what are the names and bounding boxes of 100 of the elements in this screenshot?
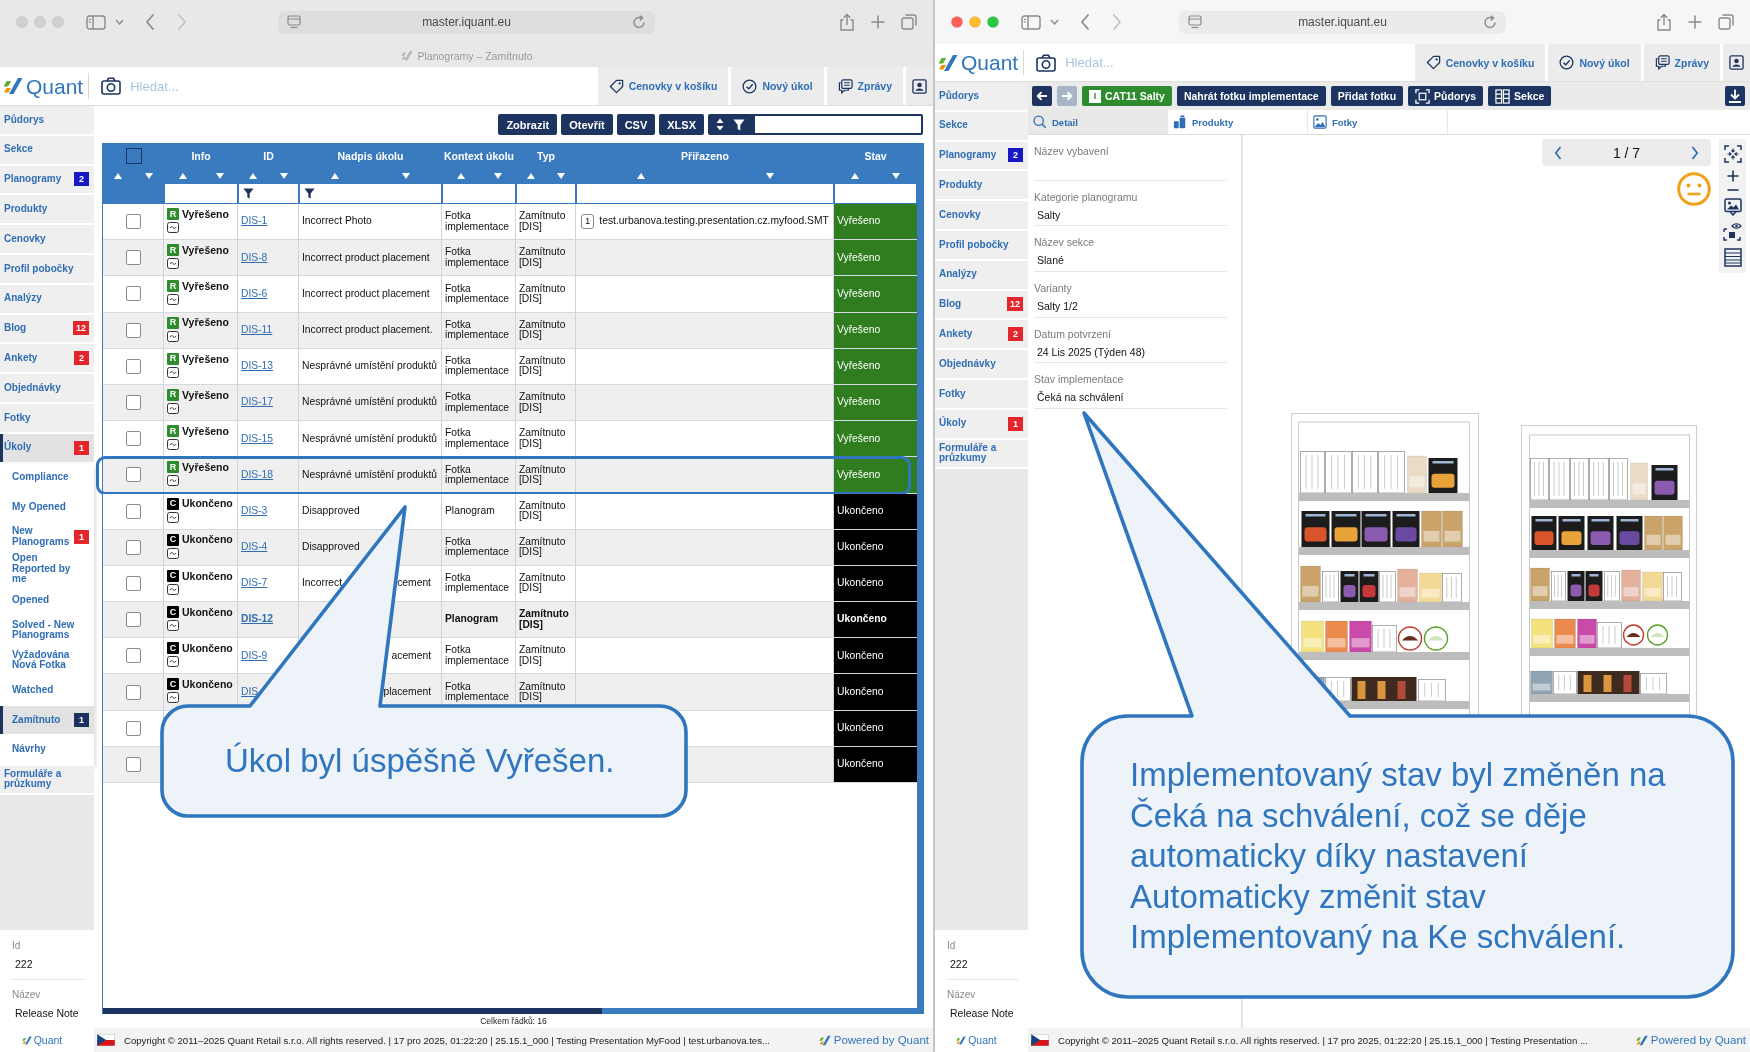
row-checkbox[interactable] [125, 395, 141, 411]
column-header[interactable]: Přiřazeno [681, 149, 729, 162]
row-checkbox[interactable] [125, 575, 141, 591]
expand-toggle-icon[interactable] [167, 258, 179, 270]
column-header[interactable]: Info [191, 149, 211, 162]
column-header[interactable]: Nadpis úkolu [337, 149, 404, 162]
chevron-down-icon[interactable] [1050, 19, 1059, 25]
sidebar-item[interactable]: Cenovky [935, 201, 1028, 231]
sidebar-item[interactable]: Půdorys [935, 82, 1028, 112]
column-header[interactable]: Stav [864, 149, 887, 162]
row-checkbox[interactable] [125, 467, 141, 483]
sidebar-item[interactable]: Produkty [935, 171, 1028, 202]
filter-field[interactable] [517, 184, 575, 203]
header-button[interactable]: Nový úkol [1548, 44, 1641, 81]
sidebar-item[interactable]: Sekce [0, 135, 94, 166]
sidebar-item[interactable]: Objednávky [935, 350, 1028, 380]
sidebar-item[interactable]: Sekce [935, 111, 1028, 142]
chevron-right-icon[interactable] [1691, 145, 1699, 160]
task-id-link[interactable]: DIS-1 [241, 216, 268, 227]
task-id-link[interactable]: DIS-13 [241, 361, 274, 372]
row-checkbox[interactable] [125, 286, 141, 302]
row-checkbox[interactable] [125, 720, 141, 736]
sort-descending-icon[interactable] [144, 172, 153, 179]
powered-by-link[interactable]: Powered by Quant [818, 1034, 929, 1046]
task-id-link[interactable]: DIS-7 [241, 578, 268, 589]
toolbar-button[interactable]: Otevřít [561, 114, 613, 135]
sidebar-item[interactable]: Ankety 2 [935, 320, 1028, 351]
expand-toggle-icon[interactable] [167, 511, 179, 523]
expand-toggle-icon[interactable] [167, 620, 179, 632]
new-tab-icon[interactable] [1688, 15, 1702, 29]
column-header[interactable]: Typ [537, 149, 555, 162]
address-bar[interactable]: master.iquant.eu [1179, 10, 1506, 34]
task-id-link[interactable]: DIS-11 [241, 324, 273, 336]
expand-toggle-icon[interactable] [167, 366, 179, 378]
sort-icon[interactable] [716, 118, 724, 131]
camera-icon[interactable] [101, 77, 122, 95]
chevron-left-icon[interactable] [1554, 145, 1562, 160]
sidebar-toggle-icon[interactable] [86, 14, 106, 30]
expand-toggle-icon[interactable] [167, 402, 179, 414]
close-window-icon[interactable] [951, 16, 963, 28]
sidebar-item[interactable]: Profil pobočky [935, 231, 1028, 261]
tabs-overview-icon[interactable] [1718, 14, 1734, 30]
sidebar-item[interactable]: Cenovky [0, 225, 94, 255]
sidebar-item[interactable]: Zamítnuto 1 [0, 705, 94, 736]
row-checkbox[interactable] [125, 431, 141, 447]
sidebar-item[interactable]: Fotky [935, 379, 1028, 410]
zoom-in-icon[interactable] [1726, 170, 1739, 182]
row-checkbox[interactable] [125, 756, 141, 772]
row-checkbox[interactable] [125, 358, 141, 374]
header-button[interactable]: Cenovky v košíku [1414, 44, 1546, 81]
sort-descending-icon[interactable] [892, 172, 901, 179]
toolbar-button[interactable]: Sekce [1488, 86, 1552, 106]
header-button[interactable]: Nový úkol [731, 67, 824, 105]
expand-toggle-icon[interactable] [167, 222, 179, 233]
task-id-link[interactable]: DIS-17 [241, 397, 274, 408]
tab[interactable]: Detail [1028, 110, 1168, 134]
sidebar-item[interactable]: Opened [0, 586, 94, 617]
filter-field[interactable] [577, 184, 833, 203]
sort-descending-icon[interactable] [765, 172, 774, 179]
row-checkbox[interactable] [125, 250, 141, 266]
expand-toggle-icon[interactable] [167, 439, 179, 451]
category-button[interactable]: I CAT11 Salty [1082, 86, 1172, 106]
sidebar-item[interactable]: Watched [0, 676, 94, 706]
logo-link[interactable]: Quant [21, 1028, 63, 1052]
tabs-overview-icon[interactable] [901, 14, 917, 30]
toolbar-button[interactable]: XLSX [659, 114, 704, 135]
search-field[interactable]: Hledat... [1065, 53, 1412, 72]
sidebar-item[interactable]: Produkty [0, 195, 94, 226]
address-bar[interactable]: master.iquant.eu [278, 10, 655, 34]
task-id-link[interactable]: DIS-3 [241, 505, 268, 517]
back-icon[interactable] [145, 14, 155, 30]
task-id-link[interactable]: DIS-18 [241, 469, 274, 481]
reload-icon[interactable] [1483, 15, 1497, 29]
camera-icon[interactable] [1036, 53, 1057, 72]
sidebar-item[interactable]: Analýzy [935, 260, 1028, 291]
logo-link[interactable]: Quant [956, 1028, 997, 1052]
download-button[interactable] [1725, 86, 1745, 106]
reload-icon[interactable] [632, 15, 646, 29]
chevron-down-icon[interactable] [115, 19, 124, 25]
row-checkbox[interactable] [125, 322, 141, 338]
expand-toggle-icon[interactable] [167, 547, 179, 559]
sort-descending-icon[interactable] [279, 172, 288, 179]
sort-ascending-icon[interactable] [456, 172, 465, 179]
filter-icon[interactable] [243, 188, 254, 199]
row-checkbox[interactable] [125, 648, 141, 664]
sidebar-item[interactable]: Compliance [0, 463, 94, 494]
sort-ascending-icon[interactable] [850, 172, 859, 179]
sidebar-item[interactable]: Blog 12 [0, 314, 94, 345]
share-icon[interactable] [1656, 13, 1672, 31]
task-id-link[interactable]: DIS-6 [241, 288, 268, 300]
filter-icon[interactable] [304, 188, 315, 199]
image-comment-icon[interactable] [1723, 198, 1742, 216]
sort-descending-icon[interactable] [493, 172, 502, 179]
back-button[interactable] [1032, 86, 1052, 106]
select-all-checkbox[interactable] [125, 147, 142, 164]
task-id-link[interactable]: DIS [241, 686, 259, 698]
header-button[interactable]: Cenovky v košíku [597, 67, 729, 105]
sidebar-item[interactable]: Vyžadována Nová Fotka [0, 646, 94, 677]
task-id-link[interactable]: DIS-4 [241, 542, 268, 553]
sort-ascending-icon[interactable] [527, 172, 535, 179]
